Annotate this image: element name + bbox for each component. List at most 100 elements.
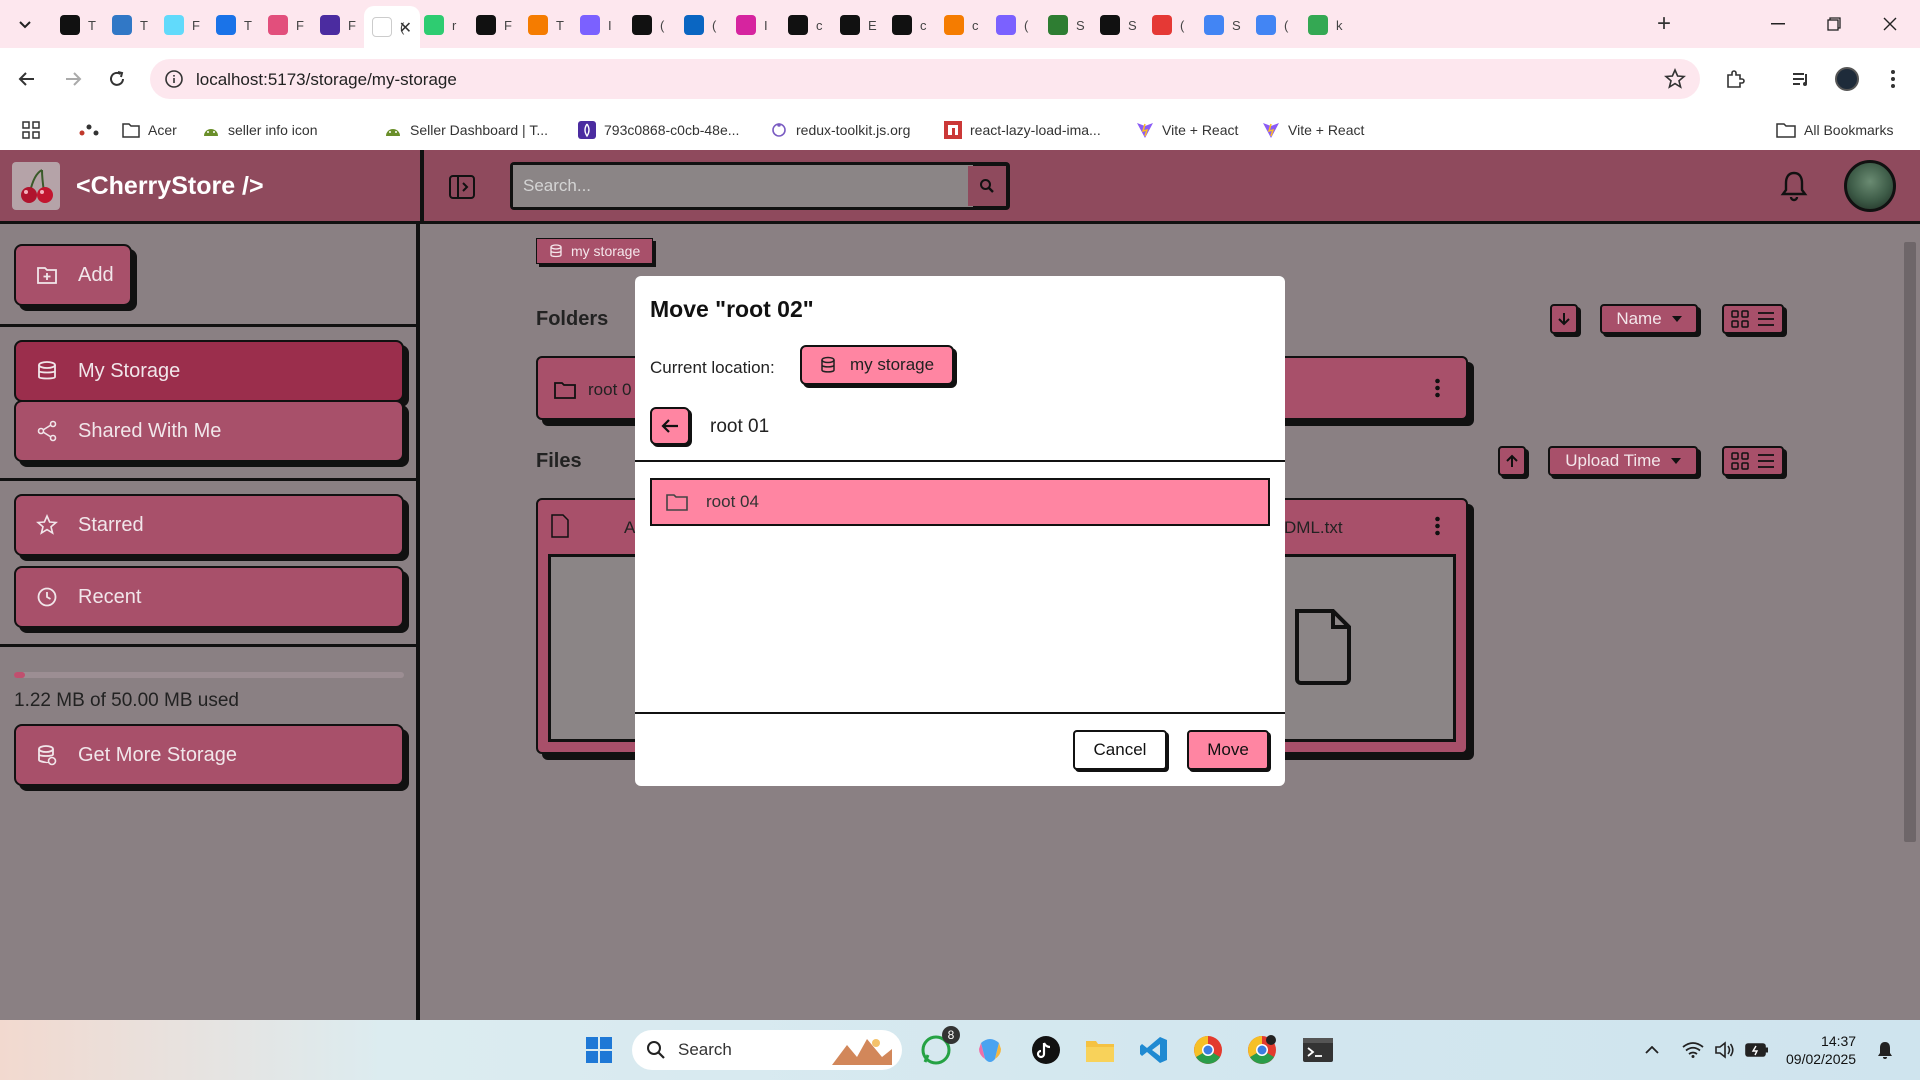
- browser-tab[interactable]: (✕: [364, 6, 420, 48]
- cancel-button[interactable]: Cancel: [1073, 730, 1167, 770]
- browser-tab[interactable]: r: [416, 10, 476, 40]
- bookmark-item[interactable]: Vite + React: [1136, 118, 1238, 142]
- show-hidden-icons-button[interactable]: [1642, 1032, 1662, 1068]
- brand[interactable]: <CherryStore />: [12, 162, 264, 210]
- volume-status[interactable]: [1712, 1032, 1738, 1068]
- taskbar-vscode[interactable]: [1136, 1032, 1172, 1068]
- notifications-button[interactable]: [1780, 170, 1808, 202]
- bookmark-item[interactable]: Vite + React: [1262, 118, 1364, 142]
- add-button[interactable]: Add: [14, 244, 132, 306]
- new-tab-button[interactable]: +: [1650, 10, 1678, 38]
- close-window-button[interactable]: [1862, 8, 1918, 40]
- tab-close-icon[interactable]: ✕: [399, 18, 412, 38]
- folder-sort-direction-button[interactable]: [1550, 304, 1578, 334]
- taskbar-search[interactable]: Search: [632, 1030, 902, 1070]
- taskbar-tiktok[interactable]: [1028, 1032, 1064, 1068]
- browser-tab[interactable]: k: [1300, 10, 1360, 40]
- search-button[interactable]: [968, 166, 1006, 206]
- browser-tab[interactable]: I: [728, 10, 788, 40]
- browser-menu-button[interactable]: [1876, 62, 1910, 96]
- more-vertical-icon[interactable]: [1435, 378, 1440, 398]
- page-scrollbar[interactable]: [1900, 230, 1920, 1020]
- taskbar-terminal[interactable]: [1300, 1032, 1336, 1068]
- bookmark-redux-logo[interactable]: [78, 118, 100, 142]
- sidebar-item-shared[interactable]: Shared With Me: [14, 400, 404, 462]
- taskbar-whatsapp[interactable]: 8: [918, 1026, 960, 1068]
- back-folder-button[interactable]: [650, 407, 690, 445]
- get-more-storage-button[interactable]: Get More Storage: [14, 724, 404, 786]
- folder-sort-select[interactable]: Name: [1600, 304, 1698, 334]
- browser-tab[interactable]: F: [468, 10, 528, 40]
- notifications-center-button[interactable]: [1872, 1032, 1898, 1068]
- browser-tab[interactable]: I: [572, 10, 632, 40]
- browser-tab[interactable]: (: [624, 10, 684, 40]
- browser-tab[interactable]: (: [988, 10, 1048, 40]
- browser-tab[interactable]: S: [1196, 10, 1256, 40]
- sidebar-item-my-storage[interactable]: My Storage: [14, 340, 404, 402]
- url-text[interactable]: localhost:5173/storage/my-storage: [196, 70, 457, 90]
- clock[interactable]: 14:37 09/02/2025: [1786, 1032, 1856, 1068]
- battery-status[interactable]: [1744, 1032, 1770, 1068]
- file-view-toggle[interactable]: [1722, 446, 1784, 476]
- browser-tab[interactable]: c: [780, 10, 840, 40]
- file-sort-direction-button[interactable]: [1498, 446, 1526, 476]
- extensions-button[interactable]: [1718, 62, 1752, 96]
- bookmark-item[interactable]: Acer: [122, 118, 177, 142]
- folder-view-toggle[interactable]: [1722, 304, 1784, 334]
- bookmark-item[interactable]: react-lazy-load-ima...: [944, 118, 1101, 142]
- taskbar-file-explorer[interactable]: [1082, 1032, 1118, 1068]
- get-more-storage-label: Get More Storage: [78, 743, 237, 766]
- user-avatar[interactable]: [1844, 160, 1896, 212]
- info-icon[interactable]: [164, 69, 184, 89]
- breadcrumb[interactable]: my storage: [536, 238, 654, 264]
- collapse-sidebar-button[interactable]: [447, 172, 477, 202]
- taskbar-copilot[interactable]: [972, 1032, 1008, 1068]
- restore-button[interactable]: [1806, 8, 1862, 40]
- browser-tab[interactable]: F: [260, 10, 320, 40]
- profile-button[interactable]: [1830, 62, 1864, 96]
- bookmark-item[interactable]: Seller Dashboard | T...: [384, 118, 548, 142]
- apps-button[interactable]: [22, 118, 40, 142]
- browser-tab[interactable]: (: [676, 10, 736, 40]
- reload-button[interactable]: [100, 62, 134, 96]
- browser-tab[interactable]: F: [312, 10, 372, 40]
- scroll-thumb[interactable]: [1904, 242, 1916, 842]
- address-bar[interactable]: localhost:5173/storage/my-storage: [150, 59, 1700, 99]
- taskbar-chrome-profile[interactable]: [1244, 1032, 1280, 1068]
- browser-tab[interactable]: F: [156, 10, 216, 40]
- browser-tab[interactable]: S: [1040, 10, 1100, 40]
- back-nav-button[interactable]: [10, 62, 44, 96]
- sidebar-item-recent[interactable]: Recent: [14, 566, 404, 628]
- browser-tab[interactable]: T: [520, 10, 580, 40]
- file-sort-select[interactable]: Upload Time: [1548, 446, 1698, 476]
- more-vertical-icon[interactable]: [1435, 516, 1440, 536]
- browser-tab[interactable]: E: [832, 10, 892, 40]
- forward-nav-button[interactable]: [56, 62, 90, 96]
- browser-tab[interactable]: T: [208, 10, 268, 40]
- browser-tab[interactable]: T: [52, 10, 112, 40]
- bookmark-item[interactable]: seller info icon: [202, 118, 318, 142]
- bookmark-item[interactable]: redux-toolkit.js.org: [770, 118, 910, 142]
- folder-option[interactable]: root 04: [650, 478, 1270, 526]
- tab-favicon-icon: [528, 15, 548, 35]
- browser-tab[interactable]: (: [1248, 10, 1308, 40]
- start-button[interactable]: [581, 1032, 617, 1068]
- bookmark-item[interactable]: 793c0868-c0cb-48e...: [578, 118, 739, 142]
- browser-tab[interactable]: (: [1144, 10, 1204, 40]
- minimize-button[interactable]: [1750, 8, 1806, 40]
- media-control-button[interactable]: [1784, 62, 1818, 96]
- sidebar-item-starred[interactable]: Starred: [14, 494, 404, 556]
- browser-tab[interactable]: c: [936, 10, 996, 40]
- tab-title: F: [192, 17, 200, 33]
- move-button[interactable]: Move: [1187, 730, 1269, 770]
- tab-search-button[interactable]: [12, 12, 38, 38]
- browser-tab[interactable]: S: [1092, 10, 1152, 40]
- search-input[interactable]: [513, 165, 973, 207]
- browser-tab[interactable]: T: [104, 10, 164, 40]
- all-bookmarks-button[interactable]: All Bookmarks: [1776, 118, 1893, 142]
- taskbar-chrome[interactable]: [1190, 1032, 1226, 1068]
- wifi-status[interactable]: [1680, 1032, 1706, 1068]
- star-icon[interactable]: [1664, 68, 1686, 90]
- browser-tab[interactable]: c: [884, 10, 944, 40]
- current-location-chip[interactable]: my storage: [800, 345, 955, 385]
